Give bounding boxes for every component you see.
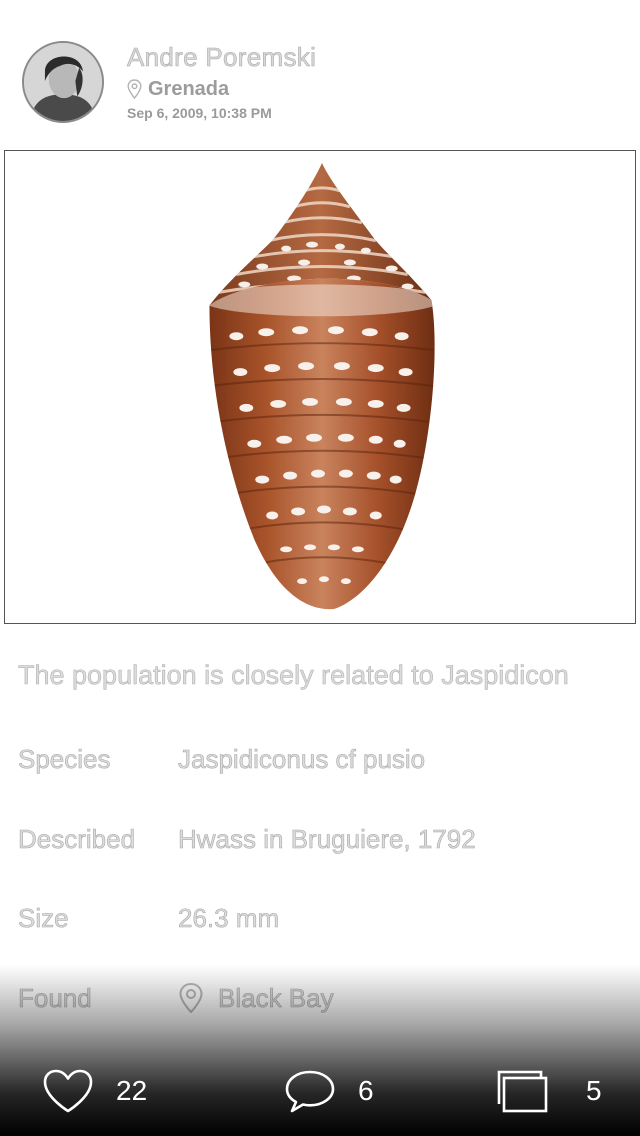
location-pin-icon xyxy=(179,982,203,1014)
post-header: Andre Poremski Grenada Sep 6, 2009, 10:3… xyxy=(0,0,640,150)
detail-row-size: Size 26.3 mm xyxy=(18,898,628,938)
found-value: Black Bay xyxy=(218,982,334,1013)
location-text: Grenada xyxy=(148,77,230,100)
size-label: Size xyxy=(18,902,69,933)
detail-row-found: Found Black Bay xyxy=(18,978,628,1018)
action-bar: 22 6 5 xyxy=(0,1052,640,1128)
author-name[interactable]: Andre Poremski xyxy=(127,42,316,73)
collections-button[interactable]: 5 xyxy=(496,1066,602,1116)
post-timestamp: Sep 6, 2009, 10:38 PM xyxy=(127,105,272,121)
post-description: The population is closely related to Jas… xyxy=(18,660,569,690)
comment-button[interactable]: 6 xyxy=(284,1066,374,1116)
found-label: Found xyxy=(18,982,92,1013)
like-count: 22 xyxy=(116,1075,148,1106)
shell-photo[interactable] xyxy=(4,150,636,624)
species-value: Jaspidiconus cf pusio xyxy=(178,743,426,774)
described-label: Described xyxy=(18,823,136,854)
shell-image xyxy=(209,162,435,610)
described-value: Hwass in Bruguiere, 1792 xyxy=(178,823,476,854)
stacked-squares-icon xyxy=(497,1070,548,1113)
detail-row-described: Described Hwass in Bruguiere, 1792 xyxy=(18,819,628,859)
found-location-link[interactable]: Black Bay xyxy=(178,982,334,1014)
location-row[interactable]: Grenada xyxy=(127,78,229,100)
comment-bubble-icon xyxy=(285,1070,335,1113)
like-button[interactable]: 22 xyxy=(42,1066,147,1116)
avatar[interactable] xyxy=(22,41,104,123)
species-label: Species xyxy=(18,743,111,774)
comment-count: 6 xyxy=(358,1075,374,1106)
size-value: 26.3 mm xyxy=(178,902,280,933)
location-pin-icon xyxy=(127,79,142,99)
detail-row-species: Species Jaspidiconus cf pusio xyxy=(18,739,628,779)
heart-icon xyxy=(43,1069,93,1113)
collection-count: 5 xyxy=(586,1075,602,1106)
